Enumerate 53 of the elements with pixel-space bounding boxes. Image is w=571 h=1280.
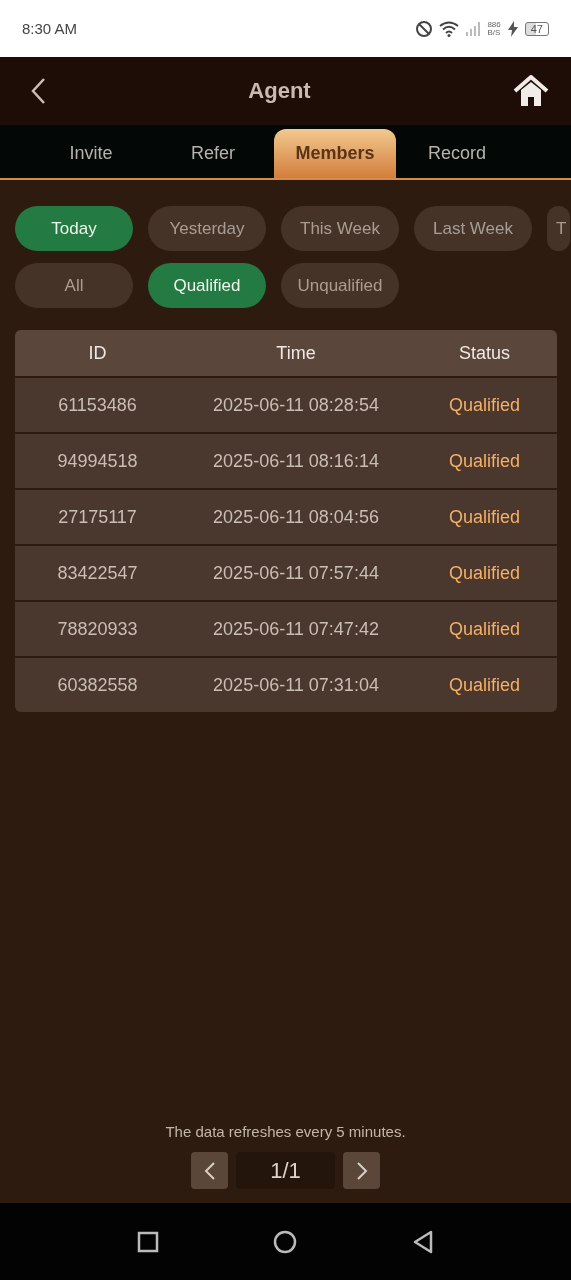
table-cell-text: 78820933 [56,618,139,640]
net-speed: 886 [487,20,501,29]
period-filter-chip[interactable]: Yesterday [148,206,266,251]
charging-icon [506,20,519,37]
back-triangle-icon[interactable] [411,1229,434,1254]
refresh-note: The data refreshes every 5 minutes. [164,1123,407,1140]
tab[interactable]: Invite [30,129,152,178]
table-cell-text: 2025-06-11 08:04:56 [212,506,380,528]
table-cell-text: 60382558 [56,674,139,696]
table-cell-text: Qualified [447,394,521,416]
column-header: Status [458,342,511,364]
table-cell-text: Qualified [447,618,521,640]
table-cell-text: 27175117 [57,506,138,528]
status-filter-chip[interactable]: Unqualified [281,263,399,308]
table-cell-text: 2025-06-11 08:28:54 [212,394,380,416]
status-filter-chip[interactable]: All [15,263,133,308]
table-cell-text: Qualified [447,562,521,584]
table-cell-text: 2025-06-11 07:57:44 [212,562,380,584]
period-filter-chip[interactable]: T [547,206,571,251]
chevron-left-icon [203,1160,216,1181]
tab[interactable]: Record [396,129,518,178]
home-button[interactable] [513,75,549,107]
battery-indicator: 47 [524,21,549,36]
table-cell-text: 61153486 [57,394,138,416]
tab[interactable]: Refer [152,129,274,178]
chevron-right-icon [355,1160,368,1181]
back-button[interactable] [30,77,46,105]
do-not-disturb-icon [415,19,434,38]
net-speed-unit: B/S [487,28,501,37]
previous-page-button[interactable] [191,1152,228,1189]
wifi-icon [439,20,460,37]
table-cell-text: Qualified [447,506,521,528]
next-page-button[interactable] [343,1152,380,1189]
page-indicator: 1/1 [236,1152,335,1189]
table-cell-text: Qualified [447,450,521,472]
table-cell-text: 2025-06-11 07:31:04 [212,674,380,696]
home-circle-icon[interactable] [273,1229,298,1254]
signal-icon [465,20,482,37]
page-title: Agent [248,78,311,104]
tab[interactable]: Members [274,129,396,178]
table-cell-text: 94994518 [56,450,139,472]
period-filter-chip[interactable]: This Week [281,206,399,251]
column-header: Time [275,342,317,364]
table-cell-text: 83422547 [56,562,139,584]
period-filter-chip[interactable]: Today [15,206,133,251]
recent-apps-icon[interactable] [137,1230,160,1253]
table-cell-text: 2025-06-11 08:16:14 [212,450,380,472]
table-cell-text: 2025-06-11 07:47:42 [212,618,380,640]
status-time: 8:30 AM [22,20,78,37]
status-filter-chip[interactable]: Qualified [148,263,266,308]
column-header: ID [87,342,108,364]
period-filter-chip[interactable]: Last Week [414,206,532,251]
table-cell-text: Qualified [447,674,521,696]
